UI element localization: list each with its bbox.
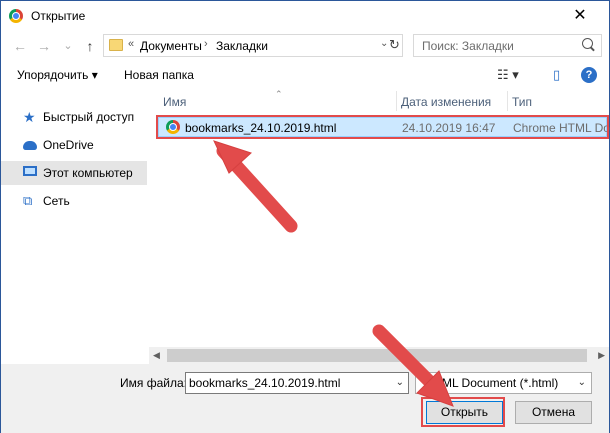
help-icon[interactable]: ? <box>581 67 597 83</box>
column-header-name[interactable]: Имя <box>163 89 186 113</box>
breadcrumb-documents[interactable]: Документы <box>140 39 202 53</box>
navigation-pane: ★ Быстрый доступ OneDrive Этот компьютер… <box>1 91 149 359</box>
new-folder-button[interactable]: Новая папка <box>124 68 194 82</box>
column-divider[interactable] <box>396 91 397 111</box>
folder-icon <box>109 39 123 51</box>
cloud-icon <box>23 141 37 150</box>
open-button[interactable]: Открыть <box>426 401 503 424</box>
back-arrow-icon[interactable]: ← <box>11 37 29 55</box>
chrome-icon <box>9 9 23 23</box>
organize-button[interactable]: Упорядочить ▾ <box>17 68 98 82</box>
sidebar-item-label: Сеть <box>43 194 70 208</box>
search-input[interactable]: Поиск: Закладки <box>413 34 602 57</box>
filename-value: bookmarks_24.10.2019.html <box>189 376 341 390</box>
filename-label: Имя файла: <box>120 376 187 390</box>
breadcrumb-separator-icon[interactable]: › <box>204 38 208 50</box>
address-bar[interactable]: « Документы › Закладки ⌄ ↻ <box>103 34 403 57</box>
search-icon <box>582 38 593 49</box>
sidebar-item-network[interactable]: ⧉ Сеть <box>1 189 147 213</box>
scroll-right-icon[interactable]: ▶ <box>598 350 605 361</box>
file-row-highlight-frame <box>156 115 609 139</box>
navigation-bar: ← → ⌄ ↑ « Документы › Закладки ⌄ ↻ Поиск… <box>1 31 609 61</box>
address-dropdown-icon[interactable]: ⌄ <box>380 38 388 49</box>
sidebar-item-this-pc[interactable]: Этот компьютер <box>1 161 147 185</box>
column-header-type[interactable]: Тип <box>512 89 532 113</box>
network-icon: ⧉ <box>23 193 33 208</box>
filetype-dropdown-icon[interactable]: ⌄ <box>578 377 586 388</box>
star-icon: ★ <box>23 109 36 125</box>
recent-locations-icon[interactable]: ⌄ <box>59 37 77 55</box>
horizontal-scrollbar[interactable]: ◀ ▶ <box>149 347 609 364</box>
filename-dropdown-icon[interactable]: ⌄ <box>396 377 404 388</box>
sidebar-item-onedrive[interactable]: OneDrive <box>1 133 147 157</box>
search-placeholder: Поиск: Закладки <box>422 39 514 53</box>
title-bar: Открытие ✕ <box>1 1 609 31</box>
close-button[interactable]: ✕ <box>557 1 603 31</box>
sidebar-item-label: Быстрый доступ <box>43 110 135 124</box>
sort-ascending-icon: ⌃ <box>275 89 283 99</box>
scrollbar-thumb[interactable] <box>167 349 587 362</box>
sidebar-item-label: Этот компьютер <box>43 166 133 180</box>
forward-arrow-icon[interactable]: → <box>35 37 53 55</box>
breadcrumb-bookmarks[interactable]: Закладки <box>216 39 268 53</box>
sidebar-item-quick-access[interactable]: ★ Быстрый доступ <box>1 105 147 129</box>
window-title: Открытие <box>31 9 86 23</box>
up-arrow-icon[interactable]: ↑ <box>81 37 99 55</box>
breadcrumb-overflow-icon[interactable]: « <box>128 38 134 50</box>
cancel-button[interactable]: Отмена <box>515 401 592 424</box>
preview-pane-icon[interactable]: ▯ <box>553 67 560 83</box>
column-header-date[interactable]: Дата изменения <box>401 89 491 113</box>
sidebar-item-label: OneDrive <box>43 138 94 152</box>
open-file-dialog: Открытие ✕ ← → ⌄ ↑ « Документы › Закладк… <box>0 0 610 433</box>
filename-input[interactable]: bookmarks_24.10.2019.html ⌄ <box>185 372 409 394</box>
column-divider[interactable] <box>507 91 508 111</box>
scroll-left-icon[interactable]: ◀ <box>153 350 160 361</box>
command-bar: Упорядочить ▾ Новая папка ☷ ▾ ▯ ? <box>1 63 609 87</box>
dialog-footer: Имя файла: bookmarks_24.10.2019.html ⌄ M… <box>1 364 609 433</box>
filetype-value: ML Document (*.html) <box>442 376 559 390</box>
filetype-select[interactable]: ML Document (*.html) ⌄ <box>415 372 592 394</box>
file-list: ⌃ Имя Дата изменения Тип bookmarks_24.10… <box>149 89 610 361</box>
change-view-icon[interactable]: ☷ ▾ <box>497 67 519 83</box>
computer-icon <box>23 166 37 176</box>
refresh-icon[interactable]: ↻ <box>389 37 400 53</box>
